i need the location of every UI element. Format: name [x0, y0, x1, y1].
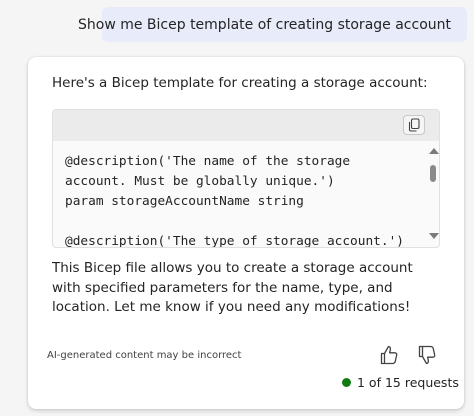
- code-scrollbar[interactable]: [427, 142, 439, 247]
- scroll-thumb[interactable]: [430, 165, 436, 182]
- code-line: account. Must be globally unique.'): [65, 174, 335, 189]
- request-counter-text: 1 of 15 requests: [357, 375, 459, 390]
- copy-icon: [408, 118, 420, 132]
- thumbs-down-button[interactable]: [415, 343, 439, 367]
- code-content[interactable]: @description('The name of the storage ac…: [53, 142, 427, 247]
- user-message-text: Show me Bicep template of creating stora…: [78, 16, 451, 33]
- status-dot-icon: [342, 378, 351, 387]
- assistant-response-card: Here's a Bicep template for creating a s…: [28, 57, 464, 409]
- copy-code-button[interactable]: [403, 115, 425, 135]
- code-line: param storageAccountName string: [65, 194, 304, 209]
- thumbs-up-button[interactable]: [377, 343, 401, 367]
- request-counter: 1 of 15 requests: [342, 375, 459, 390]
- code-line: @description('The type of storage accoun…: [65, 234, 404, 247]
- thumbs-up-icon: [380, 345, 398, 365]
- user-message-bubble: Show me Bicep template of creating stora…: [78, 7, 467, 42]
- scroll-down-arrow-icon[interactable]: [429, 233, 439, 239]
- response-explanation: This Bicep file allows you to create a s…: [52, 260, 413, 315]
- code-block: @description('The name of the storage ac…: [52, 109, 440, 248]
- code-line: @description('The name of the storage: [65, 154, 351, 169]
- code-block-header: [53, 110, 439, 141]
- response-intro: Here's a Bicep template for creating a s…: [52, 75, 428, 91]
- ai-disclaimer: AI-generated content may be incorrect: [47, 350, 242, 361]
- thumbs-down-icon: [418, 345, 436, 365]
- scroll-up-arrow-icon[interactable]: [429, 148, 439, 154]
